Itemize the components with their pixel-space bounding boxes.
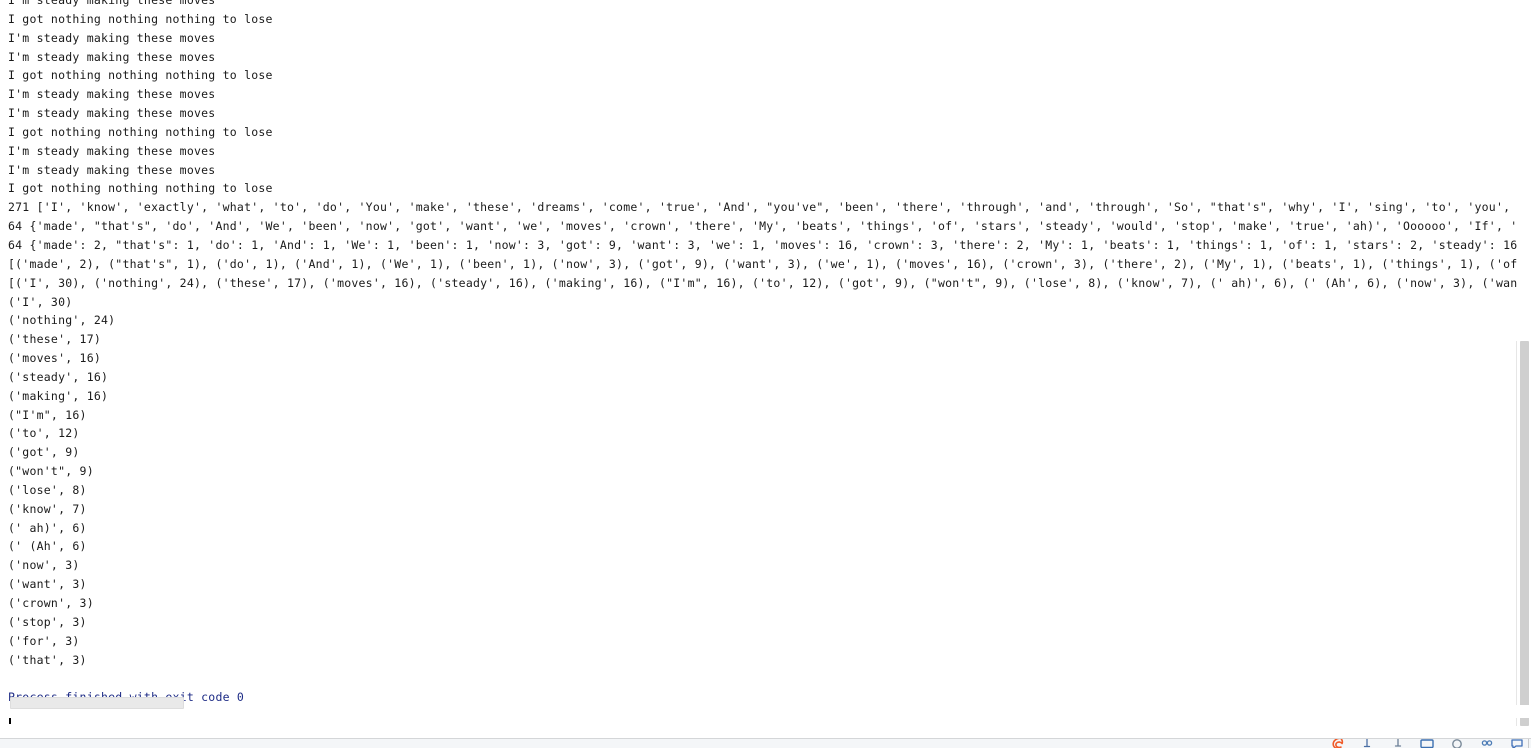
console-lyric-line: I'm steady making these moves xyxy=(8,87,216,102)
console-top-word-line: ('for', 3) xyxy=(8,633,80,648)
console-top-word-line: ('got', 9) xyxy=(8,445,80,460)
console-top-word-line: ("I'm", 16) xyxy=(8,407,87,422)
console-lyric-line: I'm steady making these moves xyxy=(8,143,216,158)
console-lyric-line: I got nothing nothing nothing to lose xyxy=(8,181,273,196)
console-items-line: [('made', 2), ("that's", 1), ('do', 1), … xyxy=(8,256,1531,271)
people-icon[interactable] xyxy=(1479,738,1495,748)
console-token-list-line: 271 ['I', 'know', 'exactly', 'what', 'to… xyxy=(8,200,1531,215)
console-top-word-line: (' (Ah', 6) xyxy=(8,539,87,554)
horizontal-scrollbar-thumb[interactable] xyxy=(10,697,184,709)
window-edge-divider xyxy=(1528,739,1529,748)
console-top-word-line: ('crown', 3) xyxy=(8,596,94,610)
console-lyric-line: I'm steady making these moves xyxy=(8,49,216,64)
console-top-word-line: ('moves', 16) xyxy=(8,351,101,366)
circle-icon[interactable] xyxy=(1449,738,1465,748)
console-lyric-line: I got nothing nothing nothing to lose xyxy=(8,11,273,26)
console-lyric-line: I'm steady making these moves xyxy=(8,30,216,45)
pin-icon[interactable] xyxy=(1359,738,1375,748)
console-lyric-line: I got nothing nothing nothing to lose xyxy=(8,124,273,139)
flame-app-icon[interactable] xyxy=(1329,738,1345,748)
console-top-word-line: ('stop', 3) xyxy=(8,614,87,629)
console-top-word-line: ('know', 7) xyxy=(8,501,87,516)
pointer-icon[interactable] xyxy=(1389,738,1405,748)
console-lyric-line: I'm steady making these moves xyxy=(8,162,216,177)
console-top-word-line: ('lose', 8) xyxy=(8,482,87,497)
console-top-word-line: (' ah)', 6) xyxy=(8,520,87,535)
console-top-word-line: ('making', 16) xyxy=(8,388,109,403)
console-dict-line: 64 {'made': 2, "that's": 1, 'do': 1, 'An… xyxy=(8,237,1525,252)
console-top-word-line: ('want', 3) xyxy=(8,577,87,592)
console-output-pane[interactable]: I'm steady making these moves I got nothi… xyxy=(0,0,1531,726)
console-sorted-line: [('I', 30), ('nothing', 24), ('these', 1… xyxy=(8,275,1531,290)
horizontal-scrollbar-track[interactable] xyxy=(0,697,1531,718)
console-lyric-line: I'm steady making these moves xyxy=(8,0,216,7)
console-top-word-line: ('that', 3) xyxy=(8,652,87,667)
console-top-word-line: ('I', 30) xyxy=(8,294,73,309)
console-top-word-line: ("won't", 9) xyxy=(8,464,94,479)
chat-bubble-icon[interactable] xyxy=(1509,738,1525,748)
taskbar-icon-group xyxy=(1329,738,1525,748)
vertical-scrollbar-track[interactable] xyxy=(1517,0,1531,726)
console-top-word-line: ('nothing', 24) xyxy=(8,313,116,328)
taskbar xyxy=(0,738,1531,748)
console-top-word-line: ('now', 3) xyxy=(8,558,80,573)
vertical-scrollbar-thumb[interactable] xyxy=(1520,341,1529,726)
console-top-word-line: ('these', 17) xyxy=(8,332,101,347)
console-top-word-line: ('steady', 16) xyxy=(8,369,109,384)
console-lyric-line: I got nothing nothing nothing to lose xyxy=(8,68,273,83)
console-text-block: I'm steady making these moves I got nothi… xyxy=(8,0,1531,707)
console-set-line: 64 {'made', "that's", 'do', 'And', 'We',… xyxy=(8,219,1531,234)
console-top-word-line: ('to', 12) xyxy=(8,426,80,441)
console-lyric-line: I'm steady making these moves xyxy=(8,106,216,121)
monitor-icon[interactable] xyxy=(1419,738,1435,748)
